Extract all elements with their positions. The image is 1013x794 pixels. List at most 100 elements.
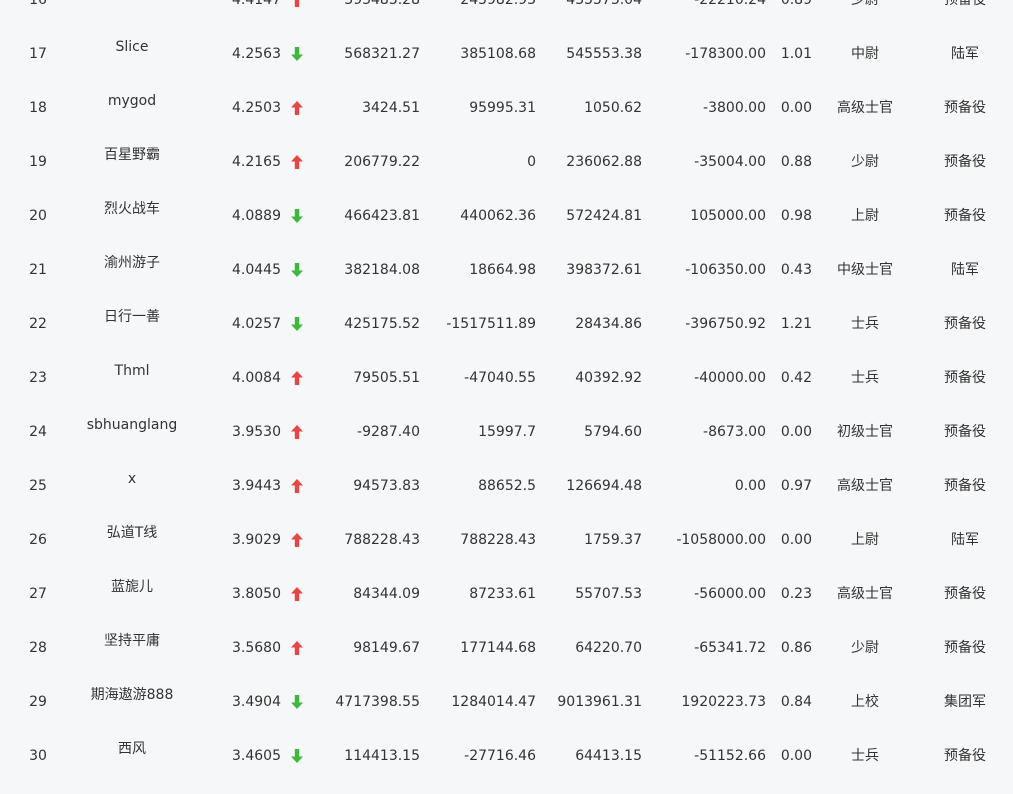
value-2-cell: -27716.46 [464,748,536,764]
table-row-18: 18 mygod 4.2503 3424.51 95995.31 1050.62… [0,81,1013,135]
table-row-17: 17 Slice 4.2563 568321.27 385108.68 5455… [0,27,1013,81]
rank-cell: 27 [29,586,47,602]
value-1-cell: 568321.27 [344,46,420,62]
value-1-cell: 94573.83 [353,478,420,494]
player-name-cell[interactable]: x [60,452,204,506]
ratio-cell: 0.00 [780,748,812,764]
value-1-cell: 3424.51 [362,100,420,116]
value-4-cell: -3800.00 [703,100,766,116]
value-4-cell: -22210.24 [694,0,766,8]
value-1-cell: 382184.08 [344,262,420,278]
value-1-cell: 98149.67 [353,640,420,656]
arrow-up-icon [291,155,303,169]
arrow-down-icon [291,749,303,763]
type-cell: 预备役 [944,586,986,602]
rank-cell: 25 [29,478,47,494]
rank-cell: 24 [29,424,47,440]
ratio-cell: 0.00 [780,424,812,440]
trend-down-icon [289,27,305,81]
value-1-cell: 788228.43 [344,532,420,548]
ratio-cell: 0.00 [780,532,812,548]
ratio-cell: 0.23 [780,586,812,602]
type-cell: 预备役 [944,0,986,8]
player-name-cell[interactable]: 烈火战车 [60,182,204,236]
value-3-cell: 64413.15 [575,748,642,764]
player-name-cell[interactable]: 西风 [60,722,204,776]
player-name-cell[interactable]: 木易孝 [60,0,204,20]
value-2-cell: -1517511.89 [446,316,536,332]
ratio-cell: 1.21 [780,316,812,332]
trend-up-icon [289,405,305,459]
type-cell: 预备役 [944,424,986,440]
score-cell: 4.2503 [232,100,281,116]
trend-up-icon [289,351,305,405]
value-4-cell: 105000.00 [690,208,766,224]
value-3-cell: 435573.04 [566,0,642,8]
player-name-cell[interactable]: Thml [60,344,204,398]
value-3-cell: 5794.60 [584,424,642,440]
value-3-cell: 572424.81 [566,208,642,224]
arrow-up-icon [291,371,303,385]
value-1-cell: 466423.81 [344,208,420,224]
table-row-26: 26 弘道T线 3.9029 788228.43 788228.43 1759.… [0,513,1013,567]
table-row-28: 28 坚持平庸 3.5680 98149.67 177144.68 64220.… [0,621,1013,675]
player-name-cell[interactable]: Slice [60,20,204,74]
score-cell: 3.4904 [232,694,281,710]
player-name-cell[interactable]: 期海遨游888 [60,668,204,722]
ratio-cell: 0.86 [780,640,812,656]
grade-cell: 少尉 [851,0,879,8]
table-row-19: 19 百星野霸 4.2165 206779.22 0 236062.88 -35… [0,135,1013,189]
grade-cell: 高级士官 [837,478,893,494]
table-row-29: 29 期海遨游888 3.4904 4717398.55 1284014.47 … [0,675,1013,729]
ratio-cell: 0.43 [780,262,812,278]
value-4-cell: -178300.00 [685,46,766,62]
value-4-cell: -8673.00 [703,424,766,440]
value-3-cell: 1759.37 [584,532,642,548]
value-4-cell: 1920223.73 [681,694,766,710]
player-name-cell[interactable]: 日行一善 [60,290,204,344]
ratio-cell: 0.97 [780,478,812,494]
player-name-cell[interactable]: 蓝旎儿 [60,560,204,614]
trend-down-icon [289,243,305,297]
trend-down-icon [289,189,305,243]
grade-cell: 高级士官 [837,586,893,602]
value-4-cell: -56000.00 [694,586,766,602]
ratio-cell: 0.84 [780,694,812,710]
player-name-cell[interactable]: 渝州游子 [60,236,204,290]
player-name-cell[interactable]: 坚持平庸 [60,614,204,668]
value-3-cell: 126694.48 [566,478,642,494]
score-cell: 4.0257 [232,316,281,332]
grade-cell: 士兵 [851,748,879,764]
ratio-cell: 0.98 [780,208,812,224]
value-1-cell: 206779.22 [344,154,420,170]
player-name-cell[interactable]: 弘道T线 [60,506,204,560]
rank-cell: 30 [29,748,47,764]
value-2-cell: 15997.7 [478,424,536,440]
player-name-cell[interactable]: 百星野霸 [60,128,204,182]
player-name-cell[interactable]: sbhuanglang [60,398,204,452]
rank-cell: 20 [29,208,47,224]
table-row-22: 22 日行一善 4.0257 425175.52 -1517511.89 284… [0,297,1013,351]
value-3-cell: 55707.53 [575,586,642,602]
trend-up-icon [289,135,305,189]
value-2-cell: 1284014.47 [451,694,536,710]
rank-cell: 28 [29,640,47,656]
rank-cell: 18 [29,100,47,116]
ratio-cell: 0.89 [780,0,812,8]
value-2-cell: -47040.55 [464,370,536,386]
type-cell: 陆军 [951,262,979,278]
type-cell: 预备役 [944,100,986,116]
arrow-down-icon [291,47,303,61]
trend-up-icon [289,513,305,567]
grade-cell: 上尉 [851,532,879,548]
table-row-25: 25 x 3.9443 94573.83 88652.5 126694.48 0… [0,459,1013,513]
arrow-up-icon [291,101,303,115]
table-row-23: 23 Thml 4.0084 79505.51 -47040.55 40392.… [0,351,1013,405]
table-row-30: 30 西风 3.4605 114413.15 -27716.46 64413.1… [0,729,1013,783]
grade-cell: 上校 [851,694,879,710]
arrow-down-icon [291,263,303,277]
trend-up-icon [289,567,305,621]
rank-cell: 29 [29,694,47,710]
player-name-cell[interactable]: mygod [60,74,204,128]
grade-cell: 士兵 [851,316,879,332]
